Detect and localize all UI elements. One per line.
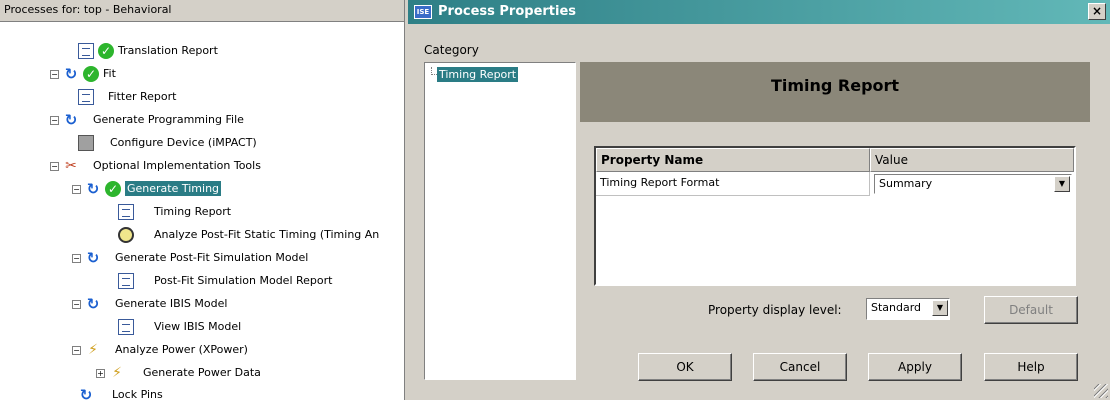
display-level-value: Standard <box>871 301 922 314</box>
category-item-timing-report[interactable]: Timing Report <box>437 67 519 82</box>
tree-item-fitter-report[interactable]: Fitter Report <box>78 86 176 108</box>
collapse-icon[interactable]: − <box>50 115 59 125</box>
category-label: Category <box>424 43 479 57</box>
dialog-titlebar[interactable]: ISE Process Properties × <box>408 0 1110 24</box>
dropdown-arrow-icon[interactable]: ▼ <box>1054 176 1070 192</box>
sync-icon: ↻ <box>86 295 100 313</box>
collapse-icon[interactable]: − <box>72 299 81 309</box>
tree-item-configure-device[interactable]: Configure Device (iMPACT) <box>78 132 257 154</box>
expand-icon[interactable]: + <box>96 368 105 378</box>
sync-icon: ↻ <box>86 249 100 267</box>
sync-icon: ↻ <box>64 65 78 83</box>
processes-header: Processes for: top - Behavioral <box>0 0 404 22</box>
close-button[interactable]: × <box>1088 3 1106 20</box>
power-icon: ⚡ <box>88 342 98 358</box>
tree-item-post-fit-sim-report[interactable]: Post-Fit Simulation Model Report <box>118 270 332 292</box>
collapse-icon[interactable]: − <box>50 161 59 171</box>
column-header-value[interactable]: Value <box>870 148 1074 172</box>
category-tree[interactable]: Timing Report <box>424 62 576 380</box>
collapse-icon[interactable]: − <box>72 184 81 194</box>
check-icon <box>98 40 114 62</box>
tree-item-generate-ibis[interactable]: − ↻ Generate IBIS Model <box>72 293 227 315</box>
property-table: Property Name Value Timing Report Format… <box>594 146 1076 286</box>
report-format-value: Summary <box>879 177 933 190</box>
tree-item-analyze-power[interactable]: − ⚡ Analyze Power (XPower) <box>72 339 248 361</box>
default-button[interactable]: Default <box>984 296 1078 324</box>
dialog-title: Process Properties <box>438 4 577 19</box>
tree-item-timing-report[interactable]: Timing Report <box>118 201 231 223</box>
display-level-select[interactable]: Standard ▼ <box>866 298 950 320</box>
collapse-icon[interactable]: − <box>50 69 59 79</box>
panel-header: Timing Report <box>580 62 1090 122</box>
tree-item-lock-pins[interactable]: ↻ Lock Pins <box>78 384 163 400</box>
clock-icon <box>118 227 134 243</box>
tree-item-analyze-post-fit[interactable]: Analyze Post-Fit Static Timing (Timing A… <box>118 224 379 246</box>
tree-item-generate-post-fit-sim[interactable]: − ↻ Generate Post-Fit Simulation Model <box>72 247 308 269</box>
report-icon <box>118 319 134 335</box>
resize-grip[interactable] <box>1094 384 1108 398</box>
report-icon <box>78 89 94 105</box>
device-icon <box>78 135 94 151</box>
report-icon <box>78 43 94 59</box>
tools-icon: ✂ <box>65 158 77 174</box>
check-icon <box>105 178 121 200</box>
help-button[interactable]: Help <box>984 353 1078 381</box>
sync-icon: ↻ <box>79 386 93 400</box>
check-icon <box>83 63 99 85</box>
tree-item-generate-programming-file[interactable]: − ↻ Generate Programming File <box>50 109 244 131</box>
tree-item-view-ibis[interactable]: View IBIS Model <box>118 316 241 338</box>
collapse-icon[interactable]: − <box>72 345 81 355</box>
tree-item-generate-power-data[interactable]: + ⚡ Generate Power Data <box>96 362 261 384</box>
display-level-label: Property display level: <box>708 303 842 317</box>
power-icon: ⚡ <box>112 365 122 381</box>
dropdown-arrow-icon[interactable]: ▼ <box>932 300 948 316</box>
tree-item-generate-timing[interactable]: −↻Generate Timing <box>72 178 222 200</box>
property-name-cell: Timing Report Format <box>596 172 870 196</box>
apply-button[interactable]: Apply <box>868 353 962 381</box>
report-format-select[interactable]: Summary ▼ <box>874 174 1072 194</box>
ok-button[interactable]: OK <box>638 353 732 381</box>
report-icon <box>118 273 134 289</box>
sync-icon: ↻ <box>64 111 78 129</box>
process-properties-dialog: ISE Process Properties × Category Timing… <box>408 0 1110 400</box>
tree-item-translation-report[interactable]: Translation Report <box>78 40 218 62</box>
tree-item-optional-tools[interactable]: − ✂ Optional Implementation Tools <box>50 155 261 177</box>
collapse-icon[interactable]: − <box>72 253 81 263</box>
report-icon <box>118 204 134 220</box>
processes-panel: Processes for: top - Behavioral Translat… <box>0 0 405 400</box>
ise-icon: ISE <box>414 5 432 19</box>
tree-item-fit[interactable]: −↻Fit <box>50 63 116 85</box>
column-header-property-name[interactable]: Property Name <box>596 148 870 172</box>
sync-icon: ↻ <box>86 180 100 198</box>
cancel-button[interactable]: Cancel <box>753 353 847 381</box>
